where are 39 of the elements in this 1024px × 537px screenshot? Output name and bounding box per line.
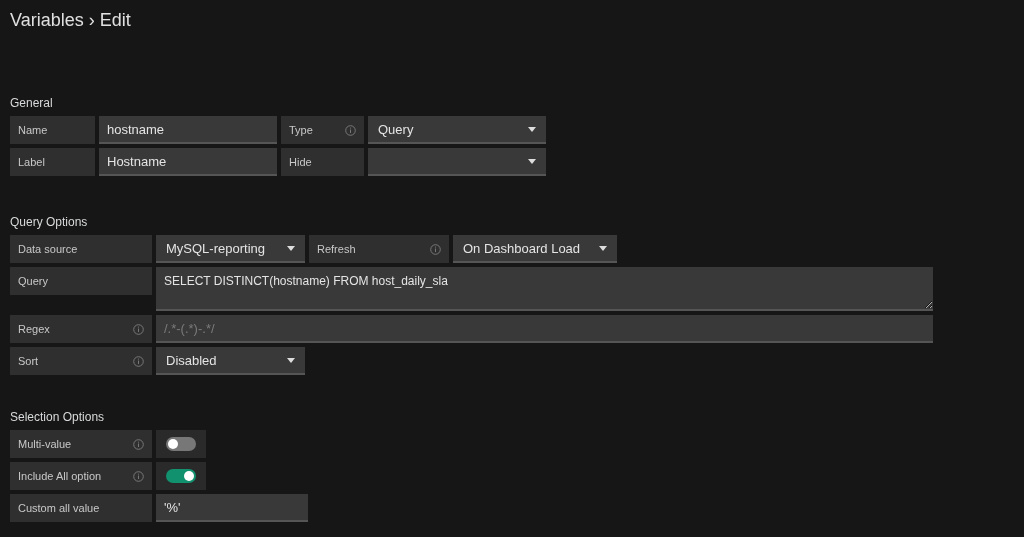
caret-icon <box>528 158 536 164</box>
dropdown[interactable]: MySQL-reporting <box>156 235 305 263</box>
field-label: Refresh <box>317 243 356 255</box>
section-heading: Query Options <box>10 215 88 229</box>
field-label: Query <box>18 275 48 287</box>
info-icon[interactable] <box>430 243 441 255</box>
field-label: Label <box>18 156 45 168</box>
text-field[interactable]: /.*-(.*)-.*/ <box>156 315 933 343</box>
text-field[interactable]: hostname <box>99 116 277 144</box>
field-label: Include All option <box>18 470 102 482</box>
caret-icon <box>287 245 295 251</box>
info-icon[interactable] <box>133 438 144 450</box>
field-label: Hide <box>289 156 312 168</box>
field-label: Type <box>289 124 313 136</box>
info-icon[interactable] <box>133 323 144 335</box>
field-label: Regex <box>18 323 50 335</box>
section-heading: Selection Options <box>10 410 105 424</box>
info-icon[interactable] <box>133 470 144 482</box>
text-field[interactable]: Hostname <box>99 148 277 176</box>
field-label: Multi-value <box>18 438 72 450</box>
dropdown[interactable]: On Dashboard Load <box>453 235 617 263</box>
page-title: Variables › Edit <box>10 10 131 31</box>
field-label: Sort <box>18 355 39 367</box>
toggle-switch[interactable] <box>166 469 196 483</box>
dropdown[interactable]: Query <box>368 116 546 144</box>
query-field[interactable]: SELECT DISTINCT(hostname) FROM host_daily_sla <box>156 267 933 311</box>
caret-icon <box>287 357 295 363</box>
dropdown[interactable] <box>368 148 546 176</box>
caret-icon <box>599 245 607 251</box>
text-field[interactable]: '%' <box>156 494 308 522</box>
dropdown[interactable]: Disabled <box>156 347 305 375</box>
caret-icon <box>528 126 536 132</box>
info-icon[interactable] <box>133 355 144 367</box>
section-heading: General <box>10 96 53 110</box>
field-label: Name <box>18 124 48 136</box>
toggle-switch[interactable] <box>166 437 196 451</box>
field-label: Data source <box>18 243 78 255</box>
info-icon[interactable] <box>345 124 356 136</box>
field-label: Custom all value <box>18 502 100 514</box>
